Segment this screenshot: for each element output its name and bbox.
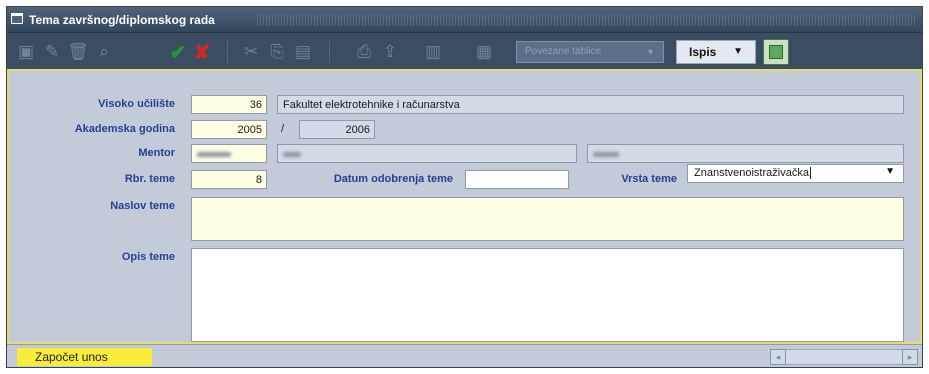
toolbar-separator <box>329 41 330 63</box>
copy-icon[interactable]: ⎘ <box>266 41 288 63</box>
scroll-left-icon[interactable]: ◂ <box>770 349 786 365</box>
delete-record-icon[interactable]: 🗑 <box>67 41 89 63</box>
institution-label: Visoko učilište <box>98 98 175 110</box>
institution-name-field: Fakultet elektrotehnike i računarstva <box>277 95 904 114</box>
toolbar: ▣ ✎ 🗑 ⌕ ✔ ✘ ✂ ⎘ ▤ ⎙ ⇪ ▥ ▦ Povezane tabli… <box>7 33 922 71</box>
topic-title-field[interactable] <box>191 197 904 241</box>
mentor-id-field[interactable] <box>191 144 267 163</box>
topic-type-label: Vrsta teme <box>621 173 677 185</box>
academic-year-from-field[interactable]: 2005 <box>191 120 267 139</box>
mentor-name-field <box>587 144 904 163</box>
related-tables-dropdown[interactable]: Povezane tablice ▼ <box>516 41 664 63</box>
grid-icon[interactable]: ▦ <box>473 41 495 63</box>
topic-number-field[interactable]: 8 <box>191 170 267 189</box>
approval-date-field[interactable] <box>465 170 569 189</box>
cut-icon[interactable]: ✂ <box>240 41 262 63</box>
chevron-down-icon: ▼ <box>885 166 895 177</box>
approval-date-label: Datum odobrenja teme <box>333 173 453 185</box>
columns-icon[interactable]: ▥ <box>422 41 444 63</box>
redacted-value <box>283 151 301 157</box>
topic-form: Visoko učilište 36 Fakultet elektrotehni… <box>7 71 922 344</box>
cancel-icon[interactable]: ✘ <box>191 41 213 64</box>
find-icon[interactable]: ⌕ <box>93 41 115 63</box>
status-bar: Započet unos ◂ ▸ <box>7 344 922 367</box>
mentor-surname-field <box>277 144 577 163</box>
paste-icon[interactable]: ▤ <box>292 41 314 63</box>
title-bar: Tema završnog/diplomskog rada <box>7 7 922 33</box>
print-icon[interactable]: ⎙ <box>353 41 375 63</box>
topic-type-value: Znanstvenoistraživačka <box>694 167 811 179</box>
scroll-right-icon[interactable]: ▸ <box>902 349 918 365</box>
redacted-value <box>593 151 619 157</box>
chevron-down-icon: ▼ <box>646 47 655 57</box>
year-separator: / <box>281 123 285 135</box>
window-title: Tema završnog/diplomskog rada <box>29 13 215 27</box>
related-tables-label: Povezane tablice <box>525 46 602 57</box>
edit-record-icon[interactable]: ✎ <box>41 41 63 63</box>
status-message: Započet unos <box>17 348 152 366</box>
academic-year-to-field: 2006 <box>299 120 375 139</box>
topic-number-label: Rbr. teme <box>124 173 175 185</box>
horizontal-scrollbar[interactable]: ◂ ▸ <box>770 349 918 365</box>
institution-code-field[interactable]: 36 <box>191 95 267 114</box>
mentor-label: Mentor <box>138 147 175 159</box>
confirm-icon[interactable]: ✔ <box>167 41 189 64</box>
print-menu-button[interactable]: Ispis ▼ <box>676 40 756 64</box>
export-icon[interactable]: ⇪ <box>379 41 401 63</box>
topic-title-label: Naslov teme <box>110 200 175 212</box>
application-window: Tema završnog/diplomskog rada ▣ ✎ 🗑 ⌕ ✔ … <box>6 6 923 368</box>
title-bar-pattern <box>257 14 916 26</box>
topic-description-field[interactable] <box>191 248 904 342</box>
redacted-value <box>197 151 231 157</box>
window-icon <box>11 13 23 24</box>
print-menu-label: Ispis <box>689 45 717 59</box>
toolbar-separator <box>227 41 228 63</box>
chevron-down-icon: ▼ <box>733 46 743 57</box>
topic-type-select[interactable]: Znanstvenoistraživačka ▼ <box>687 164 904 183</box>
topic-description-label: Opis teme <box>121 251 175 263</box>
spreadsheet-icon[interactable] <box>763 39 789 65</box>
new-record-icon[interactable]: ▣ <box>15 41 37 63</box>
academic-year-label: Akademska godina <box>74 123 175 135</box>
